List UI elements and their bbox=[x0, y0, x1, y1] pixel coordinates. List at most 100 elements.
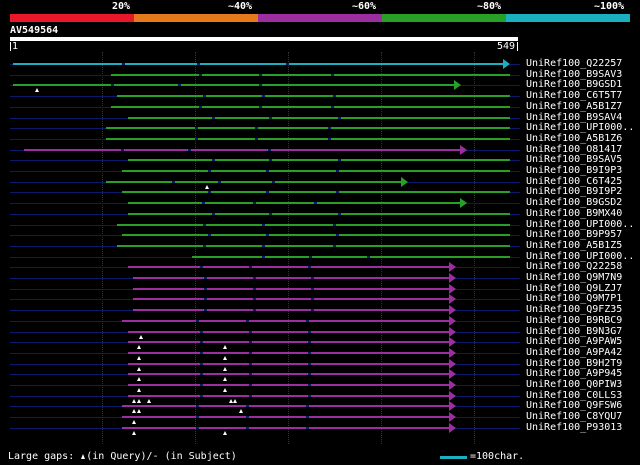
subject-gap bbox=[308, 352, 312, 354]
hit-label[interactable]: UniRef100_B9GSD1 bbox=[526, 79, 622, 90]
hit-label[interactable]: UniRef100_A9PAW5 bbox=[526, 336, 622, 347]
subject-gap bbox=[366, 256, 370, 258]
hit-alignment-bar[interactable] bbox=[191, 256, 510, 258]
subject-gap bbox=[195, 427, 199, 429]
hit-alignment-bar[interactable] bbox=[127, 117, 510, 119]
subject-gap bbox=[265, 191, 269, 193]
hit-alignment-bar[interactable] bbox=[116, 95, 510, 97]
subject-gap bbox=[121, 149, 125, 151]
query-start: 1 bbox=[12, 41, 19, 52]
hit-alignment-bar[interactable] bbox=[12, 63, 504, 65]
hit-alignment-bar[interactable] bbox=[133, 309, 451, 311]
subject-gap bbox=[310, 309, 314, 311]
subject-gap bbox=[199, 266, 203, 268]
subject-gap bbox=[249, 395, 253, 397]
hit-alignment-bar[interactable] bbox=[127, 331, 451, 333]
subject-gap bbox=[249, 266, 253, 268]
subject-gap bbox=[245, 405, 249, 407]
hit-alignment-bar[interactable] bbox=[116, 224, 510, 226]
scale-text: =100char. bbox=[470, 451, 525, 462]
hit-label[interactable]: UniRef100_B9I9P2 bbox=[526, 186, 622, 197]
hit-alignment-bar[interactable] bbox=[105, 181, 402, 183]
hit-alignment-bar[interactable] bbox=[122, 405, 451, 407]
hit-label[interactable]: UniRef100_UPI000.. bbox=[526, 122, 634, 133]
hit-label[interactable]: UniRef100_Q22257 bbox=[526, 58, 622, 69]
hit-label[interactable]: UniRef100_A9P945 bbox=[526, 368, 622, 379]
subject-gap bbox=[310, 298, 314, 300]
hit-label[interactable]: UniRef100_Q9M7P1 bbox=[526, 293, 622, 304]
hit-arrow-head bbox=[449, 348, 457, 358]
hit-alignment-bar[interactable] bbox=[111, 74, 510, 76]
gaps-prefix: Large gaps: bbox=[8, 451, 75, 462]
hit-label[interactable]: UniRef100_B9GSD2 bbox=[526, 197, 622, 208]
hit-label[interactable]: UniRef100_Q9M7N9 bbox=[526, 272, 622, 283]
hit-label[interactable]: UniRef100_A5B1Z7 bbox=[526, 101, 622, 112]
hit-label[interactable]: UniRef100_C8YQU7 bbox=[526, 411, 622, 422]
hit-label[interactable]: UniRef100_Q22258 bbox=[526, 261, 622, 272]
hit-label[interactable]: UniRef100_A5B1Z6 bbox=[526, 133, 622, 144]
subject-gap bbox=[249, 373, 253, 375]
subject-gap bbox=[258, 106, 262, 108]
hit-alignment-bar[interactable] bbox=[127, 159, 510, 161]
subject-gap bbox=[269, 213, 273, 215]
hit-alignment-bar[interactable] bbox=[116, 245, 510, 247]
hit-alignment-bar[interactable] bbox=[133, 277, 451, 279]
subject-gap bbox=[308, 384, 312, 386]
hit-label[interactable]: UniRef100_B9P957 bbox=[526, 229, 622, 240]
hit-alignment-bar[interactable] bbox=[105, 127, 510, 129]
hit-alignment-bar[interactable] bbox=[133, 288, 451, 290]
hit-alignment-bar[interactable] bbox=[133, 298, 451, 300]
hit-label[interactable]: UniRef100_B9SAV5 bbox=[526, 154, 622, 165]
subject-gap bbox=[330, 106, 334, 108]
hit-label[interactable]: UniRef100_Q9FSW6 bbox=[526, 400, 622, 411]
hit-alignment-bar[interactable] bbox=[127, 363, 451, 365]
hit-arrow-head bbox=[449, 273, 457, 283]
hit-alignment-bar[interactable] bbox=[127, 384, 451, 386]
subject-gap bbox=[333, 245, 337, 247]
hit-alignment-bar[interactable] bbox=[122, 191, 510, 193]
subject-gap bbox=[249, 341, 253, 343]
hit-label[interactable]: UniRef100_C6T5T7 bbox=[526, 90, 622, 101]
hit-label[interactable]: UniRef100_Q9FZ35 bbox=[526, 304, 622, 315]
hit-label[interactable]: UniRef100_P93013 bbox=[526, 422, 622, 433]
hit-label[interactable]: UniRef100_A9PA42 bbox=[526, 347, 622, 358]
subject-gap bbox=[194, 138, 198, 140]
hit-alignment-bar[interactable] bbox=[105, 138, 510, 140]
hit-label[interactable]: UniRef100_A5B1Z5 bbox=[526, 240, 622, 251]
hit-label[interactable]: UniRef100_B9RBC9 bbox=[526, 315, 622, 326]
query-gap-marker bbox=[136, 356, 141, 360]
hit-label[interactable]: UniRef100_B9I9P3 bbox=[526, 165, 622, 176]
percent-label-60: ~60% bbox=[352, 1, 377, 12]
subject-gap bbox=[203, 95, 207, 97]
subject-gap bbox=[265, 234, 269, 236]
hit-alignment-bar[interactable] bbox=[122, 416, 451, 418]
color-segment-80 bbox=[382, 14, 506, 22]
subject-gap bbox=[207, 234, 211, 236]
subject-gap bbox=[207, 170, 211, 172]
hit-arrow-head bbox=[449, 401, 457, 411]
hit-alignment-bar[interactable] bbox=[127, 341, 451, 343]
subject-gap bbox=[255, 138, 259, 140]
color-segment-40 bbox=[134, 14, 258, 22]
hit-alignment-bar[interactable] bbox=[127, 352, 451, 354]
hit-label[interactable]: UniRef100_B9MX40 bbox=[526, 208, 622, 219]
gaps-legend: Large gaps: (in Query)/- (in Subject) bbox=[8, 451, 237, 462]
hit-alignment-bar[interactable] bbox=[127, 373, 451, 375]
query-gap-icon bbox=[81, 453, 86, 459]
hit-alignment-bar[interactable] bbox=[23, 149, 462, 151]
hit-alignment-bar[interactable] bbox=[122, 170, 510, 172]
hit-alignment-bar[interactable] bbox=[127, 266, 451, 268]
subject-gap bbox=[305, 320, 309, 322]
hit-alignment-bar[interactable] bbox=[122, 427, 451, 429]
hit-alignment-bar[interactable] bbox=[127, 202, 462, 204]
hit-alignment-bar[interactable] bbox=[111, 106, 510, 108]
hit-alignment-bar[interactable] bbox=[127, 395, 451, 397]
hit-alignment-bar[interactable] bbox=[122, 320, 451, 322]
hit-label[interactable]: UniRef100_Q0PIW3 bbox=[526, 379, 622, 390]
hit-alignment-bar[interactable] bbox=[127, 213, 510, 215]
hit-alignment-bar[interactable] bbox=[122, 234, 510, 236]
subject-gap bbox=[211, 213, 215, 215]
subject-gap bbox=[335, 170, 339, 172]
hit-alignment-bar[interactable] bbox=[12, 84, 455, 86]
subject-gap bbox=[305, 405, 309, 407]
